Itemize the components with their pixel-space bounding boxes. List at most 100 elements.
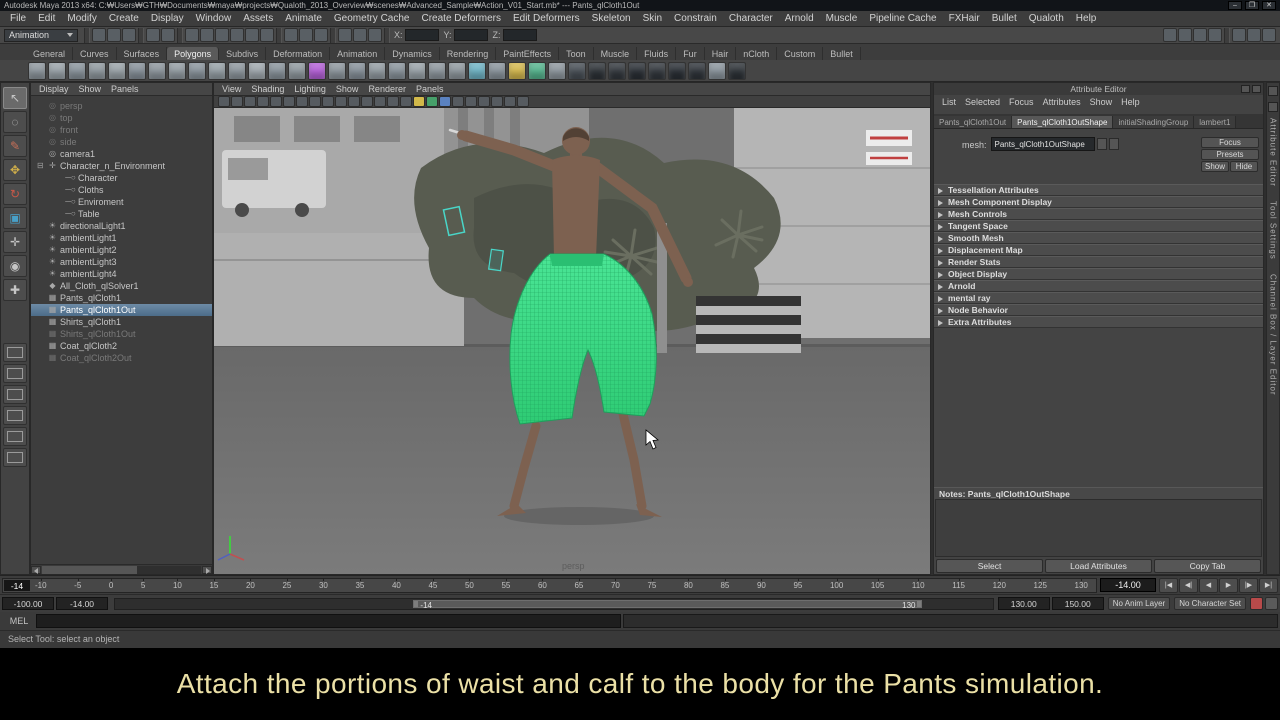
coordinate-input[interactable]	[502, 29, 537, 41]
resolution-gate-icon[interactable]	[309, 95, 321, 107]
sidebar-vertical-tab[interactable]: Attribute Editor	[1269, 118, 1278, 187]
character-set-dropdown[interactable]: No Character Set	[1174, 597, 1246, 610]
snap-point-icon[interactable]	[215, 28, 229, 42]
go-to-end-button[interactable]: ▶|	[1259, 577, 1278, 593]
shelf-tab[interactable]: Surfaces	[117, 47, 168, 60]
shelf-icon[interactable]	[488, 61, 506, 80]
shelf-icon[interactable]	[208, 61, 226, 80]
attribute-section-header[interactable]: Arnold	[934, 280, 1263, 292]
show-attribute-editor-icon[interactable]	[1268, 86, 1278, 96]
shelf-icon[interactable]	[668, 61, 686, 80]
load-attributes-button[interactable]: Load Attributes	[1045, 559, 1152, 573]
outliner-item[interactable]: ◎ persp	[31, 100, 212, 112]
attribute-section-header[interactable]: Displacement Map	[934, 244, 1263, 256]
outliner-item[interactable]: ▦ Coat_qlCloth2	[31, 340, 212, 352]
snap-grid-icon[interactable]	[185, 28, 199, 42]
two-pane-stacked-layout-button[interactable]	[3, 406, 27, 425]
menu-item[interactable]: Pipeline Cache	[863, 13, 942, 24]
snap-plane-icon[interactable]	[245, 28, 259, 42]
soft-modification-icon[interactable]: ◉	[3, 255, 27, 277]
range-start-handle[interactable]	[414, 600, 419, 607]
menu-item[interactable]: Arnold	[779, 13, 820, 24]
outliner-item[interactable]: ☀ ambientLight3	[31, 256, 212, 268]
outliner-item[interactable]: ◎ front	[31, 124, 212, 136]
menu-item[interactable]: Constrain	[668, 13, 723, 24]
outliner-item[interactable]: ◎ top	[31, 112, 212, 124]
range-slider-groove[interactable]: -14 130	[114, 597, 994, 610]
scene-3d-view[interactable]: persp	[214, 108, 930, 574]
menu-item[interactable]: Edit	[32, 13, 61, 24]
shelf-icon[interactable]	[108, 61, 126, 80]
shelf-tab[interactable]: Deformation	[266, 47, 331, 60]
expander-icon[interactable]: ⊟	[37, 160, 47, 172]
attribute-section-header[interactable]: Node Behavior	[934, 304, 1263, 316]
outliner-item[interactable]: ◆ All_Cloth_qlSolver1	[31, 280, 212, 292]
node-tab[interactable]: lambert1	[1194, 116, 1237, 128]
film-gate-icon[interactable]	[296, 95, 308, 107]
shelf-icon[interactable]	[168, 61, 186, 80]
shelf-tab[interactable]: Curves	[73, 47, 117, 60]
persp-outliner-layout-button[interactable]	[3, 427, 27, 446]
input-connections-icon[interactable]	[284, 28, 298, 42]
attribute-section-header[interactable]: Extra Attributes	[934, 316, 1263, 328]
field-chart-icon[interactable]	[335, 95, 347, 107]
image-plane-icon[interactable]	[270, 95, 282, 107]
quick-selection-icon[interactable]	[1163, 28, 1177, 42]
shelf-tab[interactable]: Polygons	[167, 47, 220, 60]
attribute-section-header[interactable]: Mesh Controls	[934, 208, 1263, 220]
outliner-item[interactable]: ☀ ambientLight2	[31, 244, 212, 256]
shelf-icon[interactable]	[68, 61, 86, 80]
single-pane-layout-button[interactable]	[3, 343, 27, 362]
command-input[interactable]	[36, 614, 621, 628]
shelf-icon[interactable]	[128, 61, 146, 80]
shelf-icon[interactable]	[188, 61, 206, 80]
shelf-icon[interactable]	[348, 61, 366, 80]
view-grid-icon[interactable]	[283, 95, 295, 107]
minimize-button[interactable]: –	[1228, 1, 1242, 10]
sidebar-vertical-tab[interactable]: Channel Box / Layer Editor	[1269, 274, 1278, 396]
two-pane-side-layout-button[interactable]	[3, 385, 27, 404]
lock-camera-icon[interactable]	[231, 95, 243, 107]
panel-menu-item[interactable]: Show	[79, 84, 102, 95]
coordinate-input[interactable]	[404, 29, 439, 41]
status-separator[interactable]	[330, 27, 336, 43]
outliner-item[interactable]: ─○ Table	[31, 208, 212, 220]
shelf-icon[interactable]	[48, 61, 66, 80]
outliner-item[interactable]: ▦ Coat_qlCloth2Out	[31, 352, 212, 364]
current-frame-marker[interactable]: -14	[4, 579, 30, 591]
panel-menu-item[interactable]: Shading	[251, 84, 284, 95]
playback-start-field[interactable]: -14.00	[56, 597, 108, 610]
shelf-icon[interactable]	[368, 61, 386, 80]
xray-icon[interactable]	[478, 95, 490, 107]
animation-start-field[interactable]: -100.00	[2, 597, 54, 610]
status-separator[interactable]	[384, 27, 390, 43]
shelf-tab[interactable]: Hair	[705, 47, 737, 60]
step-forward-button[interactable]: |▶	[1239, 577, 1258, 593]
motion-blur-icon[interactable]	[452, 95, 464, 107]
shelf-icon[interactable]	[708, 61, 726, 80]
outliner-item[interactable]: ─○ Character	[31, 172, 212, 184]
panel-menu-item[interactable]: Lighting	[294, 84, 326, 95]
camera-attributes-icon[interactable]	[244, 95, 256, 107]
menu-item[interactable]: Edit Deformers	[507, 13, 586, 24]
step-back-button[interactable]: ◀|	[1179, 577, 1198, 593]
auto-keyframe-button[interactable]	[1250, 597, 1263, 610]
snap-view-icon[interactable]	[260, 28, 274, 42]
hypershade-layout-button[interactable]	[3, 448, 27, 467]
open-scene-icon[interactable]	[107, 28, 121, 42]
show-channel-box-icon[interactable]	[1268, 102, 1278, 112]
multisample-aa-icon[interactable]	[465, 95, 477, 107]
attribute-section-header[interactable]: Object Display	[934, 268, 1263, 280]
panel-close-icon[interactable]	[1252, 85, 1261, 93]
shelf-icon[interactable]	[328, 61, 346, 80]
node-tab[interactable]: Pants_qlCloth1OutShape	[1012, 116, 1114, 128]
menu-item[interactable]: Display	[145, 13, 190, 24]
redo-icon[interactable]	[161, 28, 175, 42]
timeline-ruler[interactable]: -14 -10 -5 0 5 10 15 20 25 30 35 40 45 50 55 60 65 70 75 8…	[2, 577, 1097, 593]
menu-item[interactable]: Character	[723, 13, 779, 24]
copy-tab-button[interactable]: Copy Tab	[1154, 559, 1261, 573]
attribute-section-header[interactable]: Render Stats	[934, 256, 1263, 268]
component-selection-icon[interactable]	[1193, 28, 1207, 42]
panel-menu-item[interactable]: Focus	[1009, 97, 1034, 109]
menu-item[interactable]: Help	[1070, 13, 1103, 24]
